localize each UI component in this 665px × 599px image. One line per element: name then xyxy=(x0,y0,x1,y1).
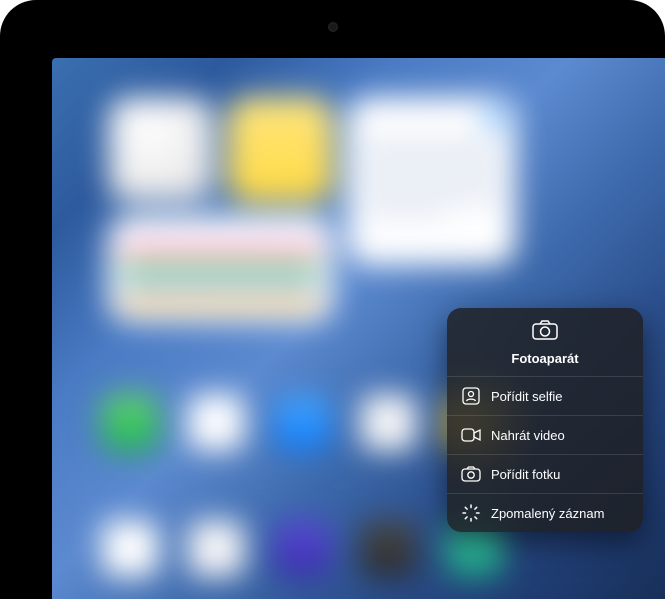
menu-item-label: Zpomalený záznam xyxy=(491,506,604,521)
reminders-widget xyxy=(347,97,515,265)
camera-context-menu: Fotoaparát Pořídit selfie xyxy=(447,308,643,532)
app-icon xyxy=(360,394,417,451)
menu-item-record-video[interactable]: Nahrát video xyxy=(447,416,643,455)
menu-item-label: Pořídit selfie xyxy=(491,389,563,404)
menu-item-selfie[interactable]: Pořídit selfie xyxy=(447,377,643,416)
app-icon xyxy=(102,520,159,577)
app-icon xyxy=(188,394,245,451)
app-icon xyxy=(274,520,331,577)
app-icon xyxy=(188,520,245,577)
selfie-icon xyxy=(461,386,481,406)
menu-item-slomo[interactable]: Zpomalený záznam xyxy=(447,494,643,532)
menu-item-take-photo[interactable]: Pořídit fotku xyxy=(447,455,643,494)
video-icon xyxy=(461,425,481,445)
menu-header[interactable]: Fotoaparát xyxy=(447,308,643,377)
clock-widget xyxy=(108,97,213,202)
menu-title: Fotoaparát xyxy=(511,351,578,366)
calendar-widget xyxy=(108,217,333,322)
menu-item-label: Pořídit fotku xyxy=(491,467,560,482)
menu-item-label: Nahrát video xyxy=(491,428,565,443)
device-camera xyxy=(328,22,338,32)
slomo-icon xyxy=(461,503,481,523)
device-frame: Fotoaparát Pořídit selfie xyxy=(0,0,665,599)
app-icon xyxy=(274,394,331,451)
camera-icon xyxy=(532,320,558,351)
app-icon xyxy=(360,520,417,577)
camera-small-icon xyxy=(461,464,481,484)
app-icon xyxy=(102,394,159,451)
notes-widget xyxy=(228,97,333,202)
screen: Fotoaparát Pořídit selfie xyxy=(52,58,665,599)
